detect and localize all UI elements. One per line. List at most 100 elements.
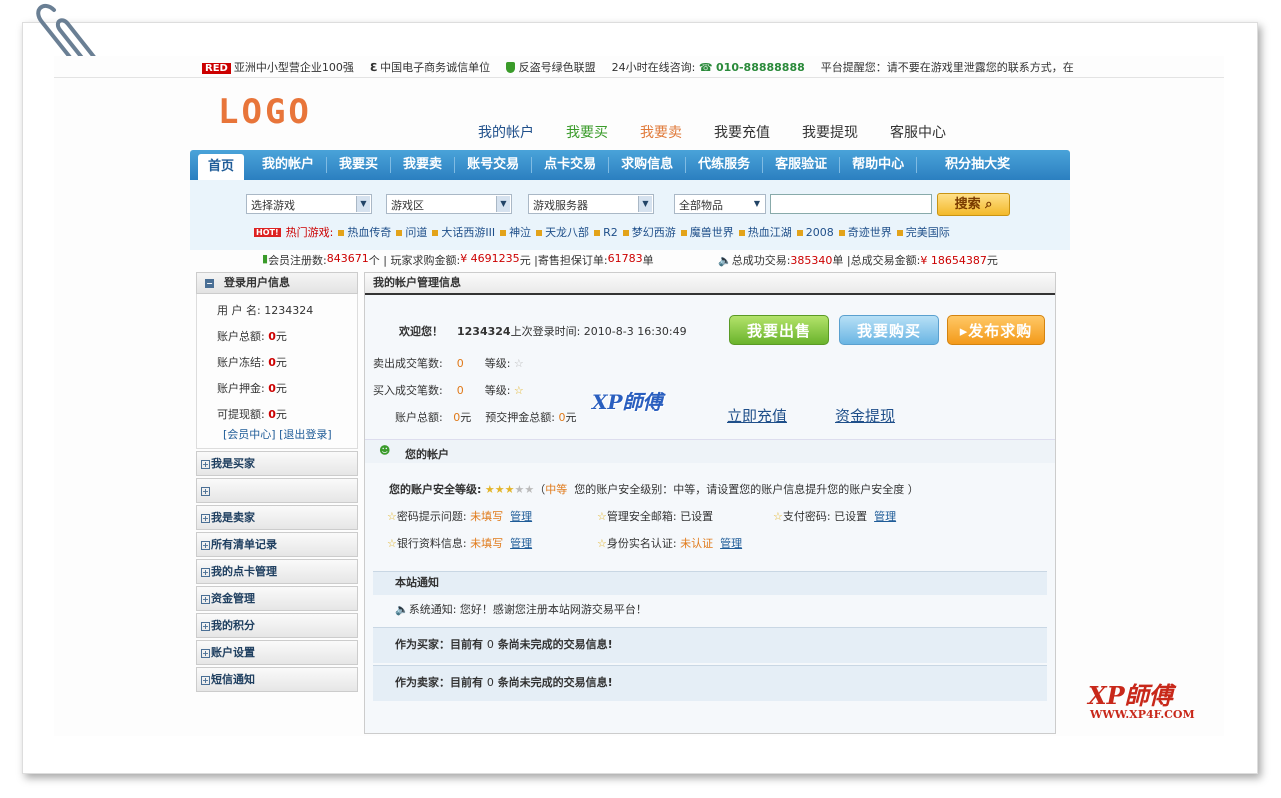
nav-home[interactable]: 首页: [198, 154, 245, 180]
account-total-row: 账户总额: 0元 预交押金总额: 0元: [395, 411, 577, 424]
credit-text: ℇ 中国电子商务诚信单位: [369, 60, 491, 75]
shield-icon: [506, 62, 516, 73]
sidebar-item-sms[interactable]: + 短信通知: [196, 667, 358, 692]
security-item-identity: ☆身份实名认证: 未认证 管理: [597, 537, 743, 550]
hot-game-link[interactable]: R2: [594, 226, 618, 239]
topnav-my-account[interactable]: 我的帐户: [478, 122, 534, 142]
nav-my-account[interactable]: 我的帐户: [250, 157, 328, 173]
seller-pending: 作为卖家：目前有 0 条尚未完成的交易信息!: [373, 665, 1047, 701]
phone-icon: ☎: [698, 61, 713, 74]
sidebar-item-funds[interactable]: + 资金管理: [196, 586, 358, 611]
recharge-link[interactable]: 立即充值: [727, 405, 787, 426]
security-item-email: ☆管理安全邮箱: 已设置: [597, 510, 714, 523]
security-item-password-hint: ☆密码提示问题: 未填写 管理: [387, 510, 533, 523]
sell-button[interactable]: 我要出售: [729, 315, 829, 345]
buy-count-row: 买入成交笔数: 0 等级: ☆: [373, 384, 524, 397]
game-select[interactable]: 选择游戏 ▼: [246, 194, 372, 214]
search-button[interactable]: 搜索 ⌕: [937, 193, 1010, 216]
empty-star-icon: ★★: [514, 483, 535, 496]
withdraw-link[interactable]: 资金提现: [835, 405, 895, 426]
sidebar-item-seller[interactable]: + 我是卖家: [196, 505, 358, 530]
manage-link[interactable]: 管理: [510, 537, 532, 550]
star-icon: ☆: [597, 510, 607, 523]
sidebar-item-cards[interactable]: + 我的点卡管理: [196, 559, 358, 584]
level-star-icon: ☆: [513, 357, 524, 370]
hot-game-link[interactable]: 完美国际: [897, 224, 950, 240]
item-type-select[interactable]: 全部物品 ▼: [674, 194, 766, 214]
watermark-center: XP師傅: [592, 390, 663, 414]
post-request-button[interactable]: ▸发布求购: [947, 315, 1045, 345]
security-item-pay-password: ☆支付密码: 已设置 管理: [773, 510, 897, 523]
manage-link[interactable]: 管理: [510, 510, 532, 523]
nav-leveling[interactable]: 代练服务: [686, 157, 764, 173]
sell-count-row: 卖出成交笔数: 0 等级: ☆: [373, 357, 524, 370]
security-item-bank: ☆银行资料信息: 未填写 管理: [387, 537, 533, 550]
sidebar-item-settings[interactable]: + 账户设置: [196, 640, 358, 665]
search-icon: ⌕: [985, 197, 993, 212]
hot-game-link[interactable]: 梦幻西游: [623, 224, 676, 240]
nav-help[interactable]: 帮助中心: [840, 157, 918, 173]
nav-buy[interactable]: 我要买: [327, 157, 392, 173]
buy-button[interactable]: 我要购买: [839, 315, 939, 345]
hot-game-link[interactable]: 问道: [396, 224, 427, 240]
sidebar-item-records[interactable]: + 所有清单记录: [196, 532, 358, 557]
search-input[interactable]: [770, 194, 932, 214]
nav-card-trade[interactable]: 点卡交易: [532, 157, 610, 173]
buyer-pending: 作为买家：目前有 0 条尚未完成的交易信息!: [373, 627, 1047, 663]
chevron-down-icon: ▼: [356, 196, 370, 212]
sidebar-item-buyer[interactable]: + 我是买家: [196, 451, 358, 476]
chevron-down-icon: ▼: [750, 196, 764, 212]
hot-game-link[interactable]: 热血传奇: [338, 224, 391, 240]
plus-icon: +: [201, 514, 210, 523]
nav-wanted[interactable]: 求购信息: [609, 157, 687, 173]
search-bar: 选择游戏 ▼ 游戏区 ▼ 游戏服务器 ▼ 全部物品 ▼ 搜索 ⌕ HOT! 热门游戏: …: [190, 180, 1070, 250]
hot-game-link[interactable]: 天龙八部: [536, 224, 589, 240]
topnav-service[interactable]: 客服中心: [890, 122, 946, 142]
speaker-icon: 🔈: [395, 603, 409, 616]
nav-verify[interactable]: 客服验证: [763, 157, 841, 173]
star-icon: ☆: [597, 537, 607, 550]
topnav-withdraw[interactable]: 我要提现: [802, 122, 858, 142]
watermark-url: WWW.XP4F.COM: [1090, 708, 1195, 721]
panel-title: 我的帐户管理信息: [365, 273, 1055, 295]
main-nav: 首页 我的帐户 我要买 我要卖 账号交易 点卡交易 求购信息 代练服务 客服验证…: [190, 150, 1070, 180]
plus-icon: +: [201, 487, 210, 496]
hot-game-link[interactable]: 大话西游III: [432, 224, 495, 240]
nav-account-trade[interactable]: 账号交易: [455, 157, 533, 173]
chevron-down-icon: ▼: [638, 196, 652, 212]
hot-game-link[interactable]: 魔兽世界: [681, 224, 734, 240]
top-info-bar: RED 亚洲中小型营企业100强 ℇ 中国电子商务诚信单位 反盗号绿色联盟 24小…: [54, 56, 1224, 78]
credit-e-icon: ℇ: [369, 61, 377, 74]
security-level-row: 您的账户安全等级: ★★★★★（中等 您的账户安全级别：中等，请设置您的账户信息…: [389, 483, 919, 496]
hot-game-link[interactable]: 2008: [797, 226, 834, 239]
trade-stats: 🔈总成功交易:385340单 |总成交易金额:¥ 18654387元: [718, 254, 998, 267]
sidebar-item-points[interactable]: + 我的积分: [196, 613, 358, 638]
logout-link[interactable]: [退出登录]: [279, 428, 332, 441]
topnav-recharge[interactable]: 我要充值: [714, 122, 770, 142]
hot-badge: HOT!: [254, 227, 281, 237]
manage-link[interactable]: 管理: [874, 510, 896, 523]
hot-game-link[interactable]: 奇迹世界: [839, 224, 892, 240]
minus-icon[interactable]: −: [205, 279, 214, 288]
manage-link[interactable]: 管理: [720, 537, 742, 550]
site-logo[interactable]: LOGO: [218, 92, 312, 132]
star-icon: ☆: [387, 537, 397, 550]
hot-label: 热门游戏:: [285, 226, 334, 239]
topnav-buy[interactable]: 我要买: [566, 122, 608, 142]
chevron-down-icon: ▼: [496, 196, 510, 212]
member-center-link[interactable]: [会员中心]: [223, 428, 276, 441]
nav-sell[interactable]: 我要卖: [391, 157, 456, 173]
topnav-sell[interactable]: 我要卖: [640, 122, 682, 142]
last-login-time: 2010-8-3 16:30:49: [583, 325, 687, 338]
server-select[interactable]: 游戏服务器 ▼: [528, 194, 654, 214]
hot-game-link[interactable]: 热血江湖: [739, 224, 792, 240]
hot-game-link[interactable]: 神泣: [500, 224, 531, 240]
plus-icon: +: [201, 649, 210, 658]
nav-lottery[interactable]: 积分抽大奖: [917, 157, 1022, 173]
plus-icon: +: [201, 676, 210, 685]
star-icon: ★★★: [484, 483, 515, 496]
your-account-section: ☻ 您的帐户: [365, 439, 1055, 463]
sidebar-item-empty[interactable]: +: [196, 478, 358, 503]
zone-select[interactable]: 游戏区 ▼: [386, 194, 512, 214]
site-notice-header: 本站通知: [373, 571, 1047, 595]
